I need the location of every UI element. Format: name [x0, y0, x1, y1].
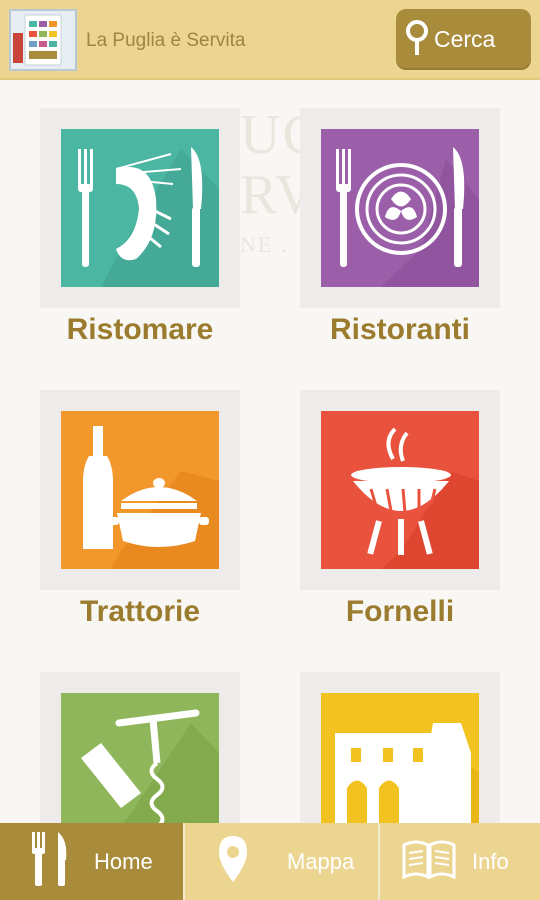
nav-info-label: Info: [472, 848, 509, 874]
tile-label: Trattorie: [79, 595, 201, 628]
wine-pot-icon: [61, 411, 219, 569]
open-book-icon: [402, 839, 456, 884]
category-tile-castle[interactable]: [300, 672, 500, 823]
cutlery-icon: [30, 830, 70, 893]
tile-label: Ristoranti: [329, 313, 470, 346]
category-tile-fornelli[interactable]: Fornelli: [300, 390, 500, 640]
bottom-nav: Home Mappa Info: [0, 823, 540, 900]
search-button-label: Cerca: [434, 26, 496, 52]
nav-info-tab[interactable]: Info: [380, 823, 540, 900]
map-pin-icon: [402, 17, 432, 62]
app-title: La Puglia è Servita: [86, 30, 246, 51]
map-marker-icon: [217, 834, 249, 889]
nav-home-tab[interactable]: Home: [0, 823, 183, 900]
pasta-plate-icon: [321, 129, 479, 287]
nav-map-label: Mappa: [287, 848, 355, 874]
barbecue-grill-icon: [321, 411, 479, 569]
search-button[interactable]: Cerca: [396, 9, 531, 70]
app-header: La Puglia è Servita Cerca: [0, 0, 540, 80]
tile-label: Ristomare: [66, 313, 214, 346]
category-tile-trattorie[interactable]: Trattorie: [40, 390, 240, 640]
shrimp-cutlery-icon: [61, 129, 219, 287]
nav-map-tab[interactable]: Mappa: [185, 823, 378, 900]
category-tile-ristomare[interactable]: Ristomare: [40, 108, 240, 358]
castle-gate-icon: [321, 693, 479, 823]
category-tile-ristoranti[interactable]: Ristoranti: [300, 108, 500, 358]
tile-label: Fornelli: [345, 595, 455, 628]
nav-home-label: Home: [94, 848, 153, 874]
category-tile-corkscrew[interactable]: [40, 672, 240, 823]
app-logo-icon[interactable]: [9, 9, 77, 71]
corkscrew-icon: [61, 693, 219, 823]
